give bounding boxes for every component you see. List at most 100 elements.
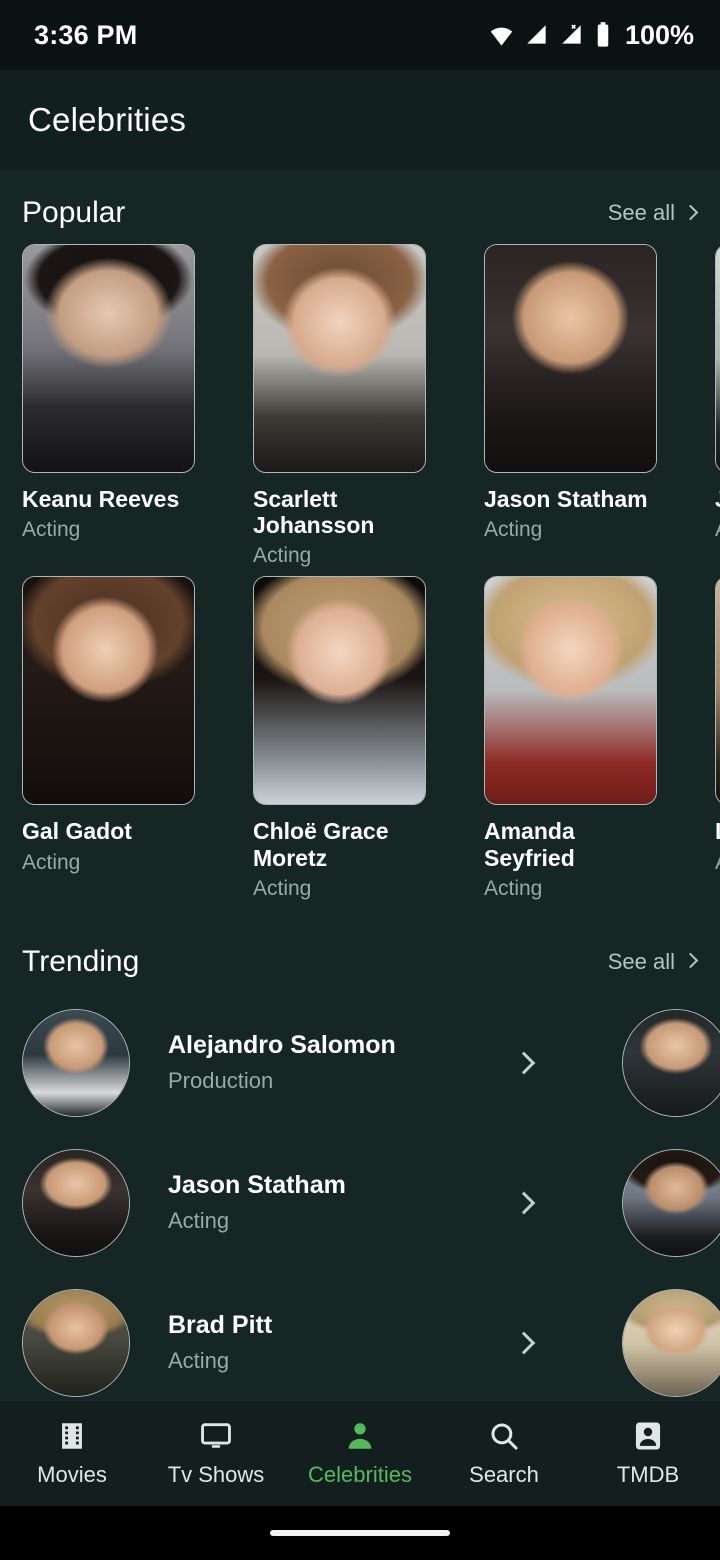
celebrity-department: Acting [484, 518, 543, 542]
celebrity-card[interactable]: Keanu Reeves Acting [22, 244, 195, 568]
celebrity-department: Acting [484, 876, 543, 900]
celebrity-department: Acting [22, 518, 81, 542]
trending-section-header: Trending See all [0, 909, 720, 993]
celebrity-card[interactable]: Scarlett Johansson Acting [253, 244, 426, 568]
avatar [22, 1148, 130, 1257]
nav-label-search: Search [469, 1462, 539, 1487]
celebrity-department: Acting [22, 850, 81, 874]
nav-label-tv-shows: Tv Shows [167, 1462, 265, 1487]
popular-title: Popular [22, 196, 126, 229]
celebrity-name: Keanu Reeves [22, 486, 180, 512]
celebrity-card[interactable]: Chloë Grace Moretz Acting [253, 576, 426, 900]
nav-label-movies: Movies [37, 1462, 107, 1487]
celebrity-photo[interactable] [715, 244, 720, 473]
nav-item-search[interactable]: Search [432, 1419, 576, 1488]
celebrity-photo[interactable] [253, 244, 426, 473]
gesture-navigation-bar [0, 1506, 720, 1560]
page-title: Celebrities [28, 101, 187, 138]
celebrity-name: Scarlett Johansson [253, 486, 375, 539]
list-item[interactable]: Jason Statham Acting [22, 1133, 562, 1273]
celebrity-photo[interactable] [484, 576, 657, 806]
content-scroll-area[interactable]: Popular See all Keanu Reeves Acting Scar… [0, 170, 720, 1400]
list-item[interactable]: Tom Hanks Acting [622, 993, 720, 1133]
celebrity-photo[interactable] [253, 576, 426, 806]
nav-label-tmdb: TMDB [616, 1462, 680, 1487]
celebrity-photo[interactable] [22, 244, 195, 473]
celebrity-name: Gal Gadot [22, 818, 132, 845]
trending-list[interactable]: Alejandro Salomon Production Tom Hanks A… [0, 993, 720, 1400]
search-icon [491, 1423, 518, 1450]
celebrity-card[interactable]: L A [715, 576, 720, 900]
avatar [622, 1148, 720, 1257]
celebrity-department: Acting [253, 544, 312, 568]
status-bar: 3:36 PM 100% [0, 0, 720, 70]
list-item[interactable]: Wes Anderson Directing [622, 1273, 720, 1400]
bottom-navigation: Movies Tv Shows Celebrities Search TMDB [0, 1400, 720, 1506]
wifi-icon [490, 27, 513, 46]
celebrity-photo[interactable] [715, 576, 720, 806]
celebrity-department: Acting [168, 1208, 230, 1234]
list-item[interactable]: Brad Pitt Acting [22, 1273, 562, 1400]
status-time: 3:36 PM [34, 19, 138, 50]
celebrity-photo[interactable] [484, 244, 657, 473]
chevron-right-icon[interactable] [512, 1051, 536, 1075]
celebrity-name: Alejandro Salomon [168, 1031, 396, 1060]
home-indicator[interactable] [270, 1530, 450, 1536]
celebrity-card[interactable]: Gal Gadot Acting [22, 576, 195, 900]
chevron-right-icon[interactable] [512, 1191, 536, 1215]
celebrity-card[interactable]: Amanda Seyfried Acting [484, 576, 657, 900]
avatar [622, 1288, 720, 1397]
nav-item-celebrities[interactable]: Celebrities [288, 1419, 432, 1488]
person-icon [348, 1423, 372, 1449]
celebrity-name: J [715, 486, 720, 512]
chevron-right-icon [682, 204, 699, 220]
list-item[interactable]: Alejandro Salomon Production [22, 993, 562, 1133]
celebrity-department: A [715, 518, 720, 542]
trending-see-all-button[interactable]: See all [607, 948, 699, 975]
list-item-text: Jason Statham Acting [130, 1171, 516, 1234]
chevron-right-icon[interactable] [512, 1331, 536, 1355]
celebrity-department: Production [168, 1068, 274, 1094]
trending-row: Jason Statham Acting Johnny Depp Acting [22, 1133, 720, 1273]
popular-see-all-button[interactable]: See all [607, 200, 699, 226]
celebrity-name: Chloë Grace Moretz [253, 818, 389, 871]
popular-row: Keanu Reeves Acting Scarlett Johansson A… [22, 244, 720, 568]
signal-no-sim-icon [562, 24, 581, 44]
popular-row: Gal Gadot Acting Chloë Grace Moretz Acti… [22, 576, 720, 900]
celebrity-name: Jason Statham [484, 486, 648, 512]
celebrity-department: Acting [168, 1348, 230, 1374]
celebrity-name: Jason Statham [168, 1171, 346, 1200]
nav-item-tv-shows[interactable]: Tv Shows [144, 1419, 288, 1488]
tv-monitor-icon [201, 1423, 231, 1448]
list-item-text: Alejandro Salomon Production [130, 1031, 516, 1094]
list-item-text: Brad Pitt Acting [130, 1311, 516, 1374]
celebrity-card[interactable]: Jason Statham Acting [484, 244, 657, 568]
film-strip-icon [62, 1423, 82, 1449]
account-box-icon [635, 1422, 661, 1450]
celebrity-name: Brad Pitt [168, 1311, 273, 1340]
popular-section-header: Popular See all [0, 170, 720, 244]
app-bar: Celebrities [0, 70, 720, 170]
trending-see-all-label: See all [607, 948, 675, 974]
celebrity-department: A [715, 851, 720, 875]
app-screen: 3:36 PM 100% Celebrities Popular See all… [0, 0, 720, 1560]
nav-item-tmdb[interactable]: TMDB [576, 1419, 720, 1488]
chevron-right-icon [682, 953, 699, 969]
nav-label-celebrities: Celebrities [308, 1462, 412, 1487]
popular-see-all-label: See all [607, 200, 675, 225]
popular-grid[interactable]: Keanu Reeves Acting Scarlett Johansson A… [0, 244, 720, 909]
battery-icon [597, 22, 609, 47]
celebrity-photo[interactable] [22, 576, 195, 806]
celebrity-name: L [715, 818, 720, 844]
signal-icon [527, 25, 546, 44]
avatar [622, 1008, 720, 1117]
trending-row: Brad Pitt Acting Wes Anderson Directing [22, 1273, 720, 1400]
trending-title: Trending [22, 944, 140, 978]
nav-item-movies[interactable]: Movies [0, 1419, 144, 1488]
celebrity-card[interactable]: J A [715, 244, 720, 568]
trending-row: Alejandro Salomon Production Tom Hanks A… [22, 993, 720, 1133]
avatar [22, 1288, 130, 1397]
celebrity-name: Amanda Seyfried [484, 818, 575, 871]
battery-percent: 100% [624, 19, 694, 50]
list-item[interactable]: Johnny Depp Acting [622, 1133, 720, 1273]
